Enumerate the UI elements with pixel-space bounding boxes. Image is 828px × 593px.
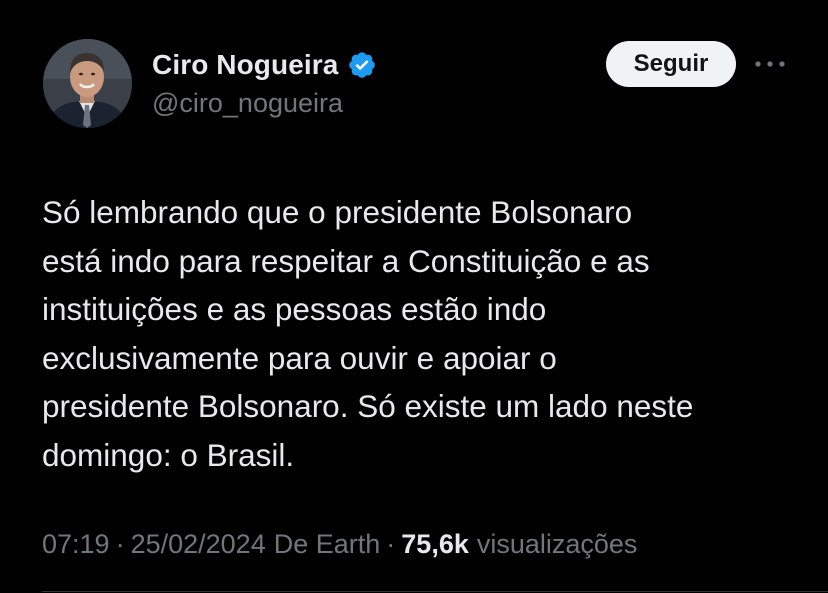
divider	[42, 591, 828, 592]
follow-button[interactable]: Seguir	[606, 41, 736, 87]
verified-badge-icon	[347, 50, 377, 80]
tweet-time[interactable]: 07:19	[42, 529, 110, 560]
meta-separator: ·	[115, 529, 125, 559]
more-options-button[interactable]	[754, 52, 786, 76]
avatar[interactable]	[43, 39, 132, 128]
tweet-metadata: 07:19 · 25/02/2024 De Earth · 75,6k visu…	[42, 529, 637, 560]
tweet-text: Só lembrando que o presidente Bolsonaro …	[42, 194, 694, 473]
views-label: visualizações	[476, 529, 638, 559]
tweet-date[interactable]: 25/02/2024	[131, 529, 266, 560]
more-horizontal-icon	[755, 61, 785, 67]
tweet-source: De Earth	[273, 529, 381, 559]
display-name[interactable]: Ciro Nogueira	[152, 49, 338, 81]
tweet-card: Ciro Nogueira @ciro_nogueira Seguir Só l…	[0, 0, 828, 593]
meta-separator: ·	[386, 529, 396, 559]
views-count: 75,6k	[401, 529, 469, 559]
name-row: Ciro Nogueira	[152, 46, 377, 84]
user-handle[interactable]: @ciro_nogueira	[152, 88, 343, 119]
